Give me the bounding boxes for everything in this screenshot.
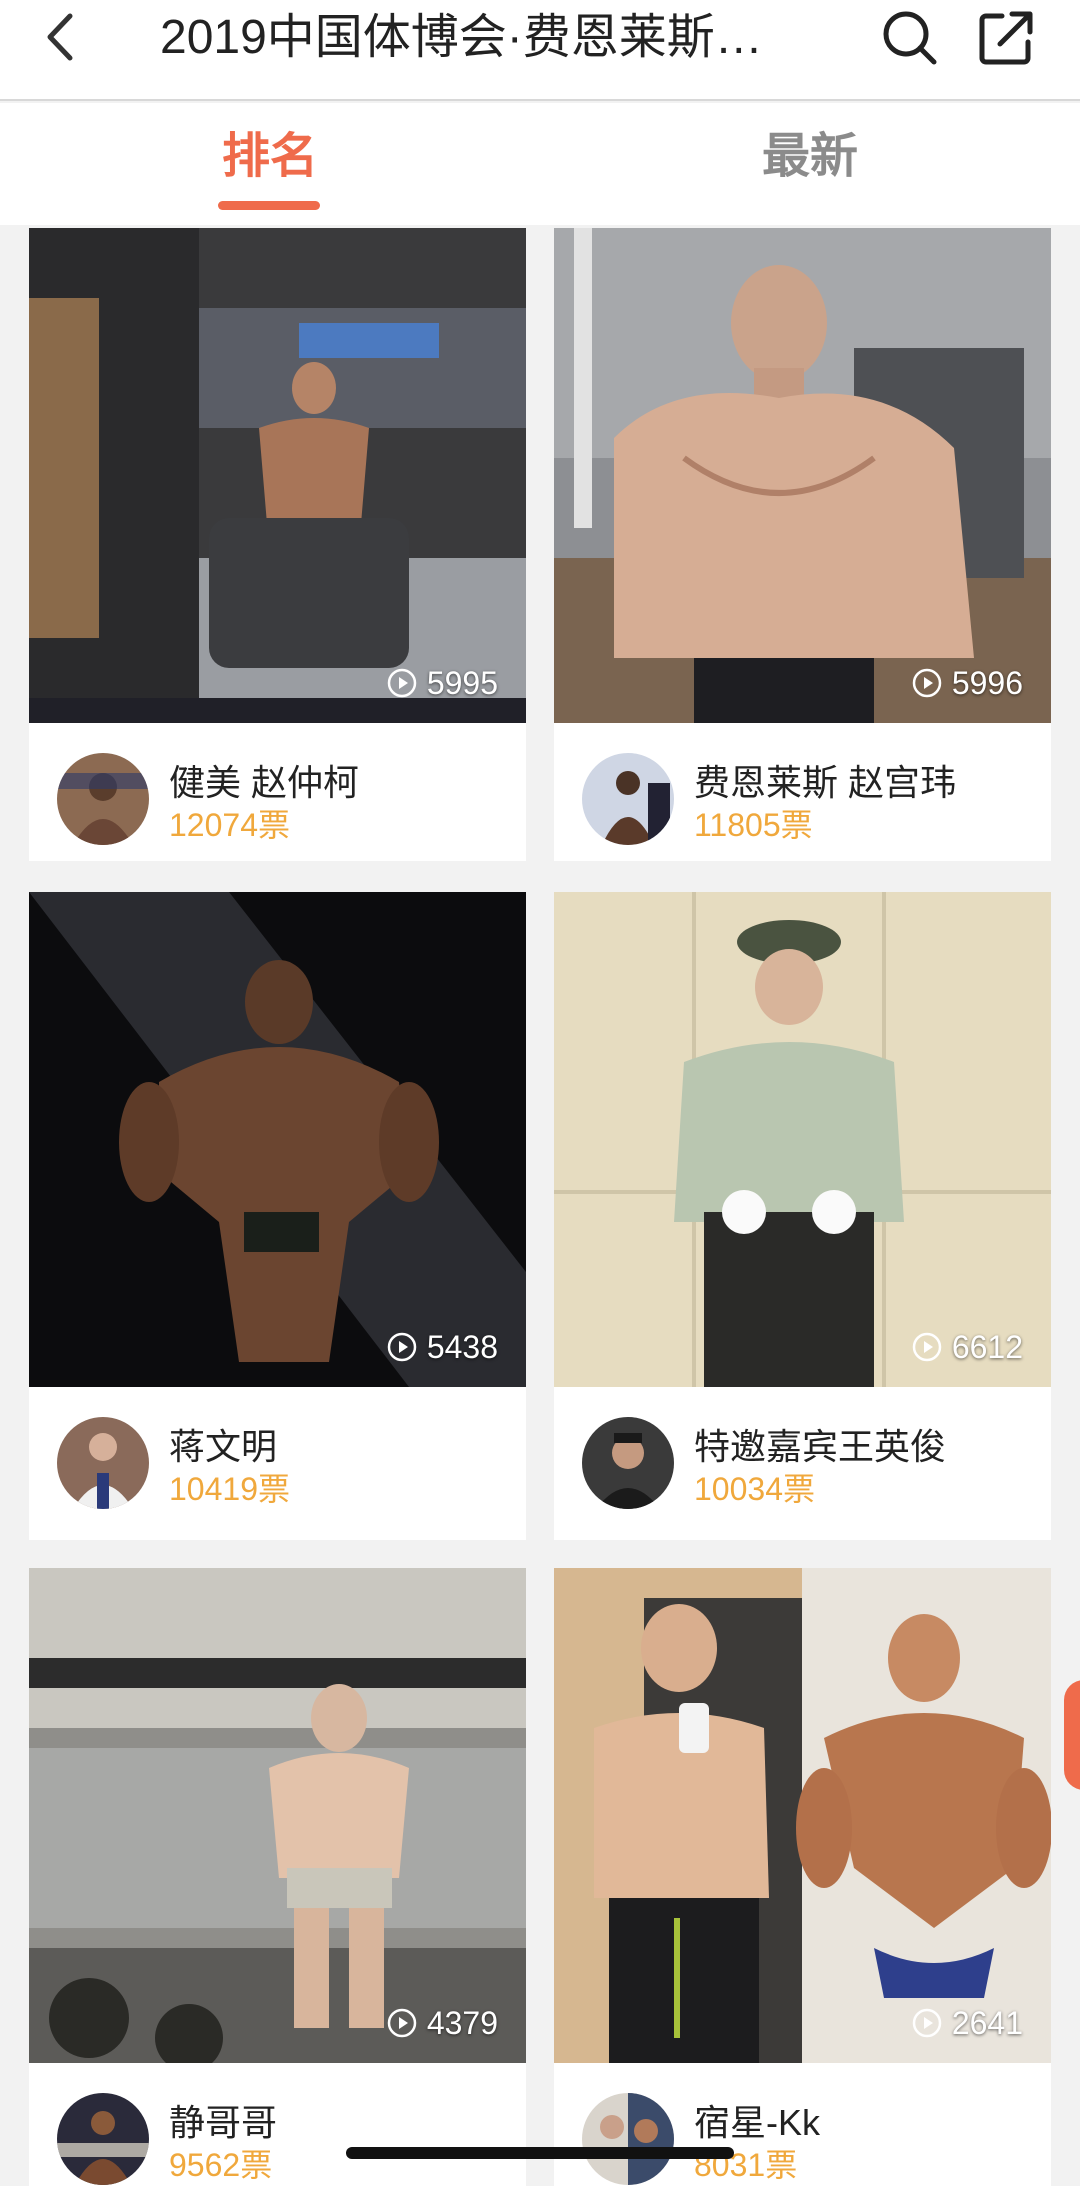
view-count-value: 2641 — [951, 2005, 1023, 2041]
avatar — [582, 1417, 674, 1509]
view-count: 4379 — [387, 2003, 498, 2043]
contestant-name: 静哥哥 — [169, 2102, 278, 2143]
view-count-value: 5995 — [426, 665, 498, 701]
card-info: 蒋文明 10419票 — [29, 1387, 526, 1533]
play-icon — [912, 2008, 942, 2038]
tab-latest[interactable]: 最新 — [762, 127, 858, 187]
avatar — [57, 1417, 149, 1509]
video-thumbnail[interactable]: 5995 — [29, 228, 526, 723]
video-thumbnail[interactable]: 5996 — [554, 228, 1051, 723]
video-thumbnail[interactable]: 6612 — [554, 892, 1051, 1387]
vote-count: 10034票 — [694, 1471, 815, 1507]
contestant-name: 宿星-Kk — [694, 2102, 821, 2143]
card-info: 静哥哥 9562票 — [29, 2063, 526, 2186]
vote-count: 12074票 — [169, 807, 290, 843]
play-icon — [387, 668, 417, 698]
video-thumbnail[interactable]: 5438 — [29, 892, 526, 1387]
video-thumbnail[interactable]: 4379 — [29, 1568, 526, 2063]
card-info: 健美 赵仲柯 12074票 — [29, 723, 526, 861]
contestant-card[interactable]: 4379 静哥哥 9562票 — [29, 1568, 526, 2186]
play-icon — [387, 1332, 417, 1362]
avatar — [57, 2093, 149, 2185]
play-icon — [387, 2008, 417, 2038]
view-count-value: 6612 — [951, 1329, 1023, 1365]
contestant-name: 蒋文明 — [169, 1426, 278, 1467]
contestant-name: 费恩莱斯 赵宫玮 — [694, 762, 957, 803]
view-count: 5438 — [387, 1327, 498, 1367]
avatar — [582, 753, 674, 845]
view-count-value: 5996 — [951, 665, 1023, 701]
vote-count: 10419票 — [169, 1471, 290, 1507]
floating-badge[interactable] — [1064, 1680, 1080, 1790]
play-icon — [912, 1332, 942, 1362]
view-count: 6612 — [912, 1327, 1023, 1367]
share-icon[interactable] — [976, 8, 1036, 68]
vote-count: 9562票 — [169, 2147, 273, 2183]
top-bar: 2019中国体博会·费恩莱斯… — [0, 0, 1080, 101]
contestant-card[interactable]: 2641 宿星-Kk 8031票 — [554, 1568, 1051, 2186]
view-count-value: 5438 — [426, 1329, 498, 1365]
video-thumbnail[interactable]: 2641 — [554, 1568, 1051, 2063]
card-info: 费恩莱斯 赵宫玮 11805票 — [554, 723, 1051, 861]
chevron-left-icon[interactable] — [40, 12, 84, 62]
search-icon[interactable] — [880, 8, 940, 68]
view-count: 5996 — [912, 663, 1023, 703]
vote-count: 11805票 — [694, 807, 813, 843]
contestant-card[interactable]: 5995 健美 赵仲柯 12074票 — [29, 228, 526, 861]
contestant-name: 健美 赵仲柯 — [169, 762, 360, 803]
avatar — [57, 753, 149, 845]
contestant-card[interactable]: 6612 特邀嘉宾王英俊 10034票 — [554, 892, 1051, 1540]
card-info: 特邀嘉宾王英俊 10034票 — [554, 1387, 1051, 1533]
active-tab-indicator — [218, 201, 320, 210]
contestant-card[interactable]: 5996 费恩莱斯 赵宫玮 11805票 — [554, 228, 1051, 861]
page-title: 2019中国体博会·费恩莱斯… — [160, 11, 763, 64]
contestant-name: 特邀嘉宾王英俊 — [694, 1426, 947, 1467]
home-indicator[interactable] — [346, 2147, 734, 2159]
view-count: 2641 — [912, 2003, 1023, 2043]
tab-bar: 排名 最新 — [0, 103, 1080, 225]
view-count: 5995 — [387, 663, 498, 703]
card-info: 宿星-Kk 8031票 — [554, 2063, 1051, 2186]
play-icon — [912, 668, 942, 698]
contestant-card[interactable]: 5438 蒋文明 10419票 — [29, 892, 526, 1540]
tab-ranking[interactable]: 排名 — [222, 127, 318, 187]
avatar — [582, 2093, 674, 2185]
view-count-value: 4379 — [426, 2005, 498, 2041]
